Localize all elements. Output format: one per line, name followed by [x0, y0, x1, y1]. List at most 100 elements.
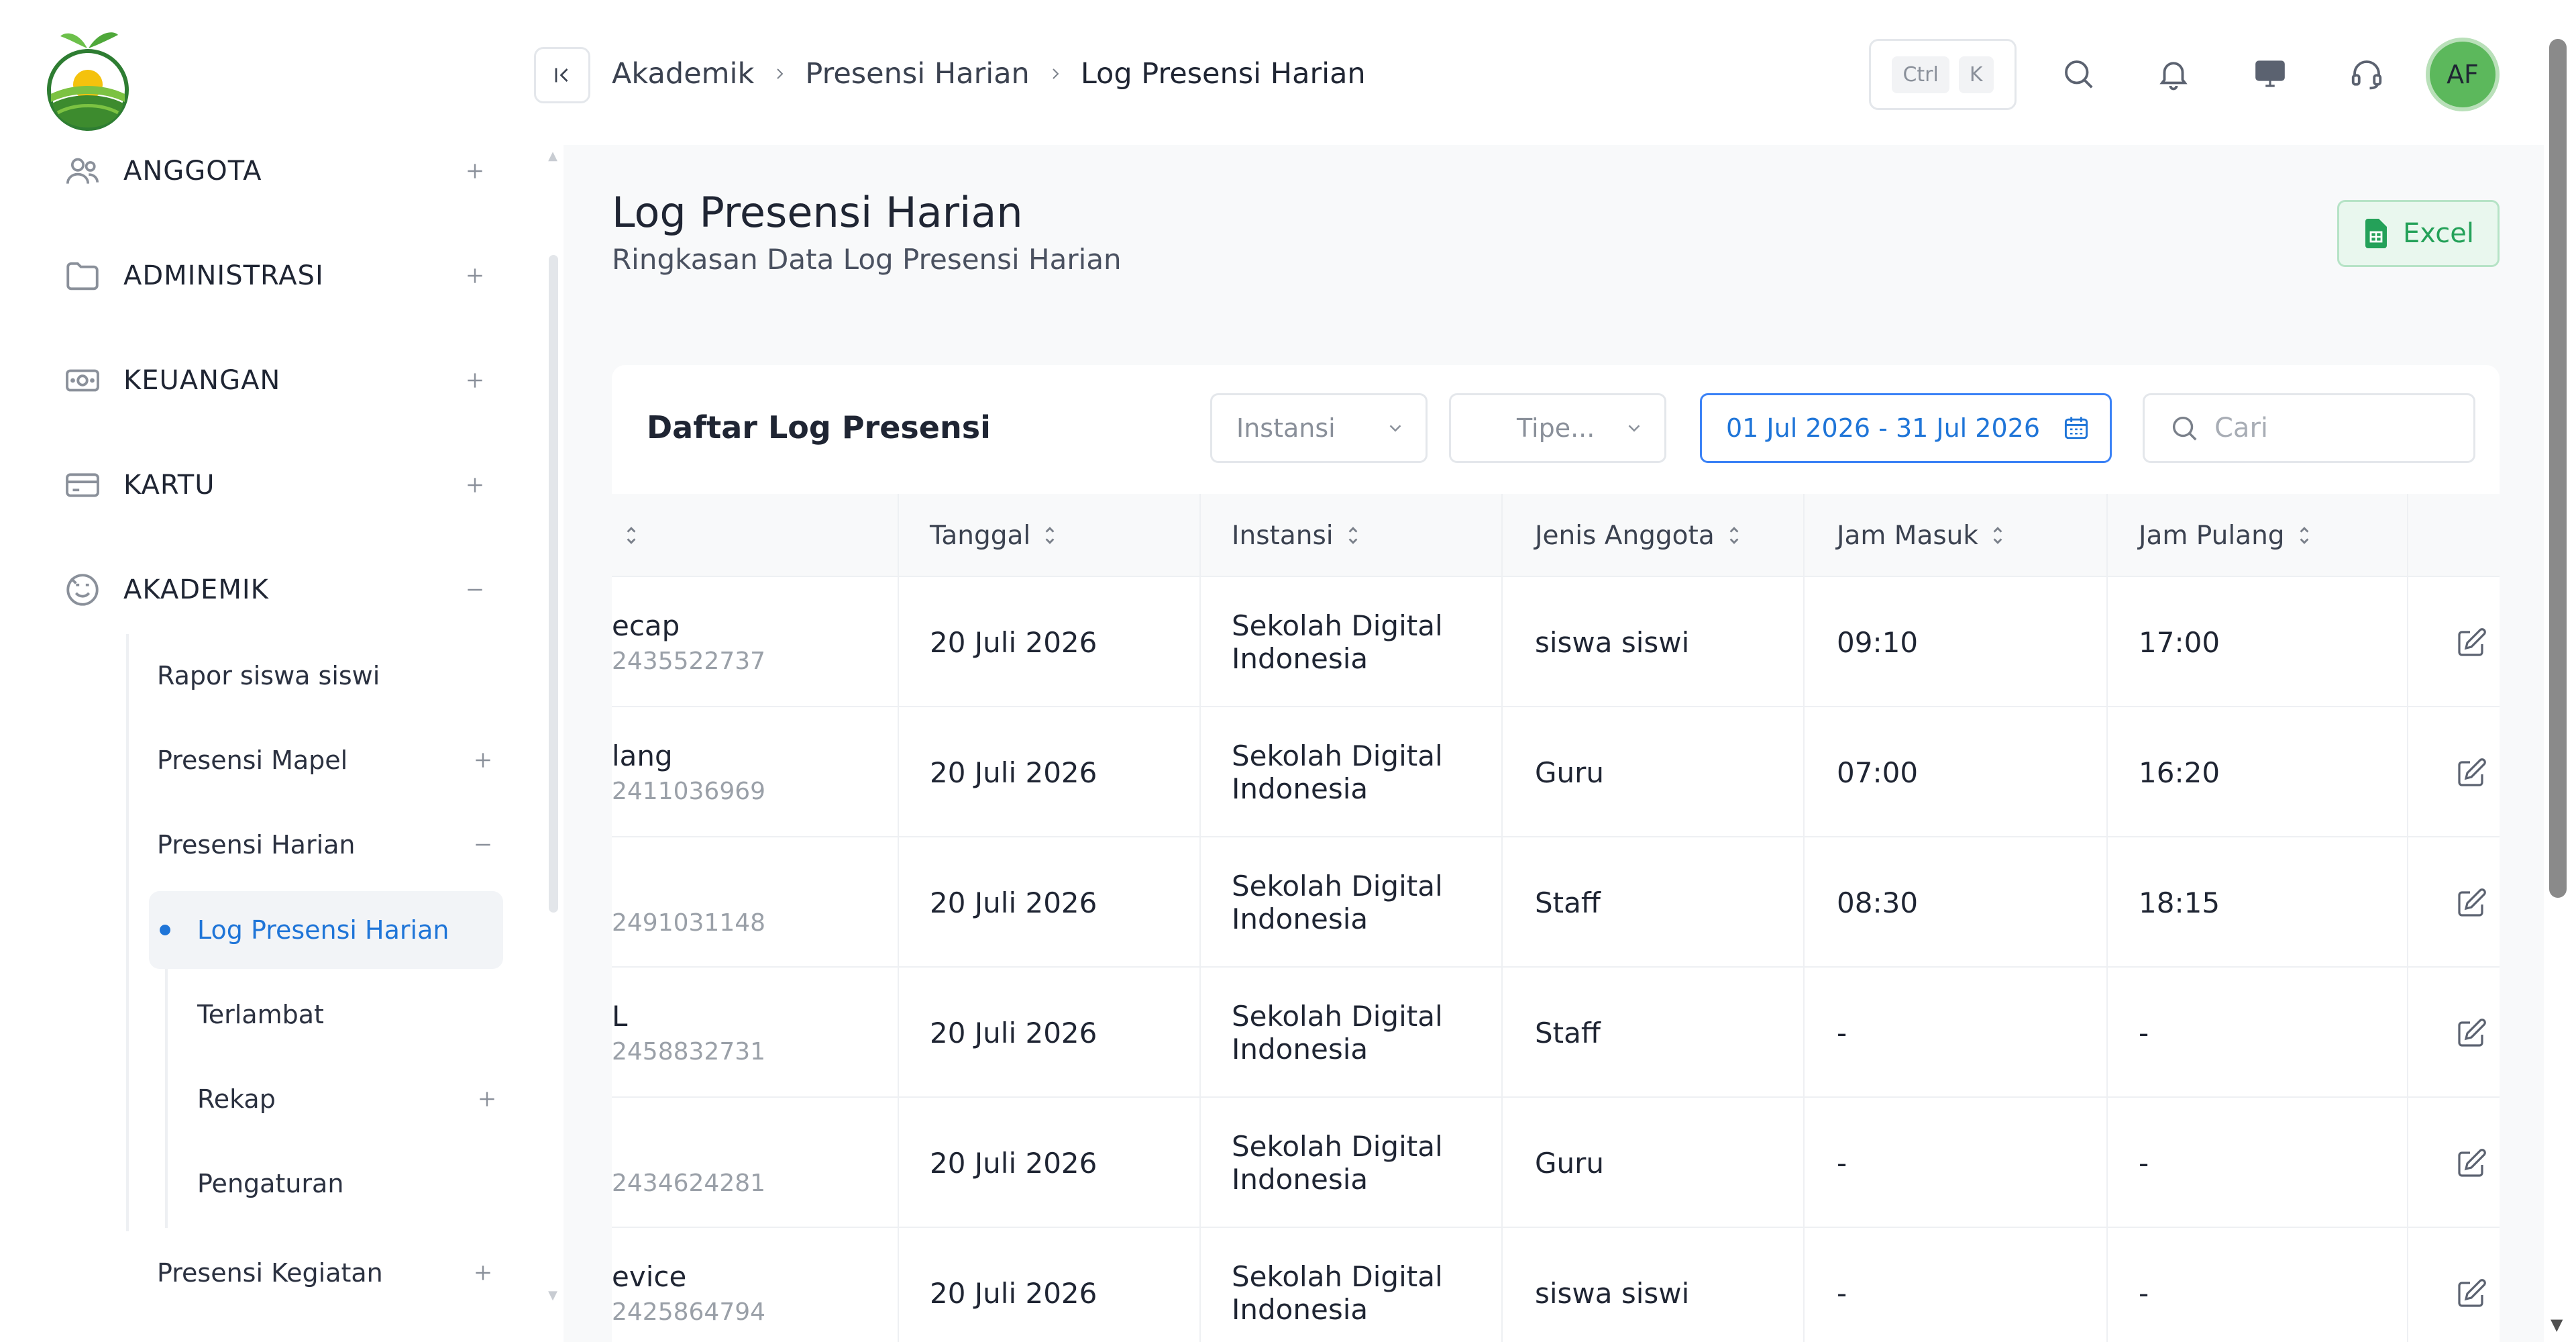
excel-file-icon: [2365, 219, 2387, 248]
cell-jam-masuk: -: [1837, 1276, 1847, 1310]
sidebar-subitem-presensi-harian[interactable]: Presensi Harian: [157, 816, 499, 874]
table-row[interactable]: 2491031148 20 Juli 2026 Sekolah Digital I…: [612, 837, 2500, 968]
date-range-picker[interactable]: 01 Jul 2026 - 31 Jul 2026: [1700, 393, 2112, 463]
plus-icon[interactable]: [471, 1088, 503, 1110]
cell-tanggal: 20 Juli 2026: [930, 625, 1097, 659]
subitem-label: Pengaturan: [197, 1169, 344, 1198]
app-logo[interactable]: [46, 19, 130, 132]
member-id: 2411036969: [612, 778, 766, 805]
sidebar-subitem-presensi-kegiatan[interactable]: Presensi Kegiatan: [157, 1244, 499, 1302]
edit-icon[interactable]: [2453, 754, 2490, 792]
date-range-value: 01 Jul 2026 - 31 Jul 2026: [1726, 413, 2041, 443]
sidebar: ANGGOTA ADMINISTRASI KEUANGAN KARTU AKAD…: [0, 0, 564, 1342]
cell-instansi: Sekolah Digital Indonesia: [1232, 707, 1443, 837]
plus-icon[interactable]: [459, 364, 491, 397]
col-header-tanggal[interactable]: Tanggal: [930, 494, 1057, 577]
cell-jam-masuk: 07:00: [1837, 756, 1919, 789]
edit-icon[interactable]: [2453, 884, 2490, 922]
instansi-line: Sekolah Digital: [1232, 609, 1443, 642]
filter-instansi-select[interactable]: Instansi: [1210, 393, 1428, 463]
minus-icon[interactable]: [459, 574, 491, 606]
sort-icon: [1346, 523, 1360, 548]
table-row[interactable]: 2434624281 20 Juli 2026 Sekolah Digital I…: [612, 1098, 2500, 1228]
page-scrollbar[interactable]: [2549, 39, 2567, 898]
sidebar-subitem-rekap[interactable]: Rekap: [149, 1060, 503, 1138]
breadcrumb-presensi-harian[interactable]: Presensi Harian: [805, 57, 1029, 91]
edit-icon[interactable]: [2453, 624, 2490, 662]
table-row[interactable]: evice 2425864794 20 Juli 2026 Sekolah Dig…: [612, 1228, 2500, 1342]
sidebar-subitem-pengaturan[interactable]: Pengaturan: [149, 1145, 503, 1223]
sidebar-scrollbar[interactable]: [549, 255, 558, 913]
cell-jam-masuk: -: [1837, 1146, 1847, 1180]
chevron-down-icon: [1389, 425, 1401, 432]
sidebar-subitem-presensi-mapel[interactable]: Presensi Mapel: [157, 731, 499, 789]
col-header-jenis-anggota[interactable]: Jenis Anggota: [1535, 494, 1741, 577]
sidebar-item-label: KEUANGAN: [123, 365, 281, 396]
minus-icon[interactable]: [467, 834, 499, 856]
table-row[interactable]: ecap 2435522737 20 Juli 2026 Sekolah Digi…: [612, 577, 2500, 707]
search-icon[interactable]: [2057, 52, 2100, 95]
sidebar-scroll-down[interactable]: ▼: [545, 1288, 561, 1302]
avatar[interactable]: AF: [2426, 38, 2500, 111]
instansi-line: Indonesia: [1232, 902, 1368, 935]
sidebar-item-keuangan[interactable]: KEUANGAN: [62, 350, 491, 411]
page-title: Log Presensi Harian: [612, 188, 1023, 237]
headset-icon[interactable]: [2345, 52, 2388, 95]
edit-icon[interactable]: [2453, 1015, 2490, 1052]
sidebar-subitem-log-presensi-harian[interactable]: Log Presensi Harian: [149, 891, 503, 969]
subitem-label: Presensi Harian: [157, 830, 356, 860]
plus-icon[interactable]: [467, 750, 499, 771]
sidebar-subitem-rapor[interactable]: Rapor siswa siswi: [157, 647, 499, 705]
col-header-jam-masuk[interactable]: Jam Masuk: [1837, 494, 2005, 577]
collapse-icon: [555, 68, 568, 83]
export-excel-button[interactable]: Excel: [2337, 200, 2500, 267]
sidebar-item-akademik[interactable]: AKADEMIK: [62, 560, 491, 620]
instansi-line: Indonesia: [1232, 1033, 1368, 1066]
sidebar-scroll-up[interactable]: ▲: [545, 149, 561, 163]
plus-icon[interactable]: [467, 1262, 499, 1284]
subitem-label: Presensi Kegiatan: [157, 1258, 383, 1288]
sidebar-item-label: ANGGOTA: [123, 156, 262, 187]
command-palette-shortcut[interactable]: Ctrl K: [1869, 39, 2017, 110]
subitem-label: Rekap: [197, 1084, 276, 1114]
table-row[interactable]: L 2458832731 20 Juli 2026 Sekolah Digital…: [612, 968, 2500, 1098]
table-row[interactable]: lang 2411036969 20 Juli 2026 Sekolah Digi…: [612, 707, 2500, 837]
sidebar-subitem-terlambat[interactable]: Terlambat: [149, 976, 503, 1053]
col-header-jam-pulang[interactable]: Jam Pulang: [2139, 494, 2312, 577]
excel-button-label: Excel: [2403, 218, 2474, 249]
member-name: L: [612, 1000, 628, 1033]
col-header-label: Instansi: [1232, 520, 1334, 551]
card-title: Daftar Log Presensi: [647, 409, 991, 446]
plus-icon[interactable]: [459, 469, 491, 501]
cell-instansi: Sekolah Digital Indonesia: [1232, 1228, 1443, 1342]
plus-icon[interactable]: [459, 260, 491, 292]
breadcrumb-akademik[interactable]: Akademik: [612, 57, 754, 91]
monitor-icon[interactable]: [2249, 52, 2292, 95]
plus-icon[interactable]: [459, 155, 491, 187]
edit-icon[interactable]: [2453, 1145, 2490, 1182]
cell-nama: 2434624281: [612, 1098, 765, 1228]
bell-icon[interactable]: [2152, 52, 2195, 95]
subitem-label: Rapor siswa siswi: [157, 661, 380, 690]
page-scroll-down[interactable]: ▼: [2551, 1315, 2563, 1334]
sidebar-item-kartu[interactable]: KARTU: [62, 455, 491, 515]
member-name: lang: [612, 739, 673, 772]
sidebar-item-label: KARTU: [123, 470, 215, 501]
collapse-sidebar-button[interactable]: [534, 47, 590, 103]
member-id: 2425864794: [612, 1298, 766, 1326]
instansi-line: Indonesia: [1232, 1163, 1368, 1196]
search-field[interactable]: [2143, 393, 2475, 463]
breadcrumb-current: Log Presensi Harian: [1080, 57, 1366, 91]
edit-icon[interactable]: [2453, 1275, 2490, 1312]
col-header-instansi[interactable]: Instansi: [1232, 494, 1360, 577]
cell-tanggal: 20 Juli 2026: [930, 756, 1097, 789]
filter-tipe-select[interactable]: Tipe...: [1449, 393, 1666, 463]
search-input[interactable]: [2214, 413, 2469, 444]
sidebar-item-administrasi[interactable]: ADMINISTRASI: [62, 246, 491, 306]
col-header-nama[interactable]: [612, 494, 639, 577]
money-icon: [62, 360, 103, 401]
sort-icon: [1990, 523, 2005, 548]
chevron-right-icon: [1046, 64, 1065, 83]
sidebar-item-anggota[interactable]: ANGGOTA: [62, 141, 491, 201]
cell-jam-pulang: 18:15: [2139, 886, 2220, 919]
